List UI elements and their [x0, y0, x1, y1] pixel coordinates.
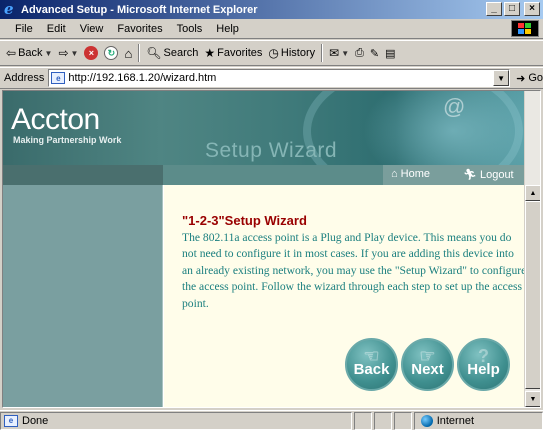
address-url: http://192.168.1.20/wizard.htm	[68, 72, 217, 84]
next-wizard-button[interactable]: ☞ Next	[401, 338, 454, 391]
go-button[interactable]: ➜ Go	[516, 72, 543, 85]
status-cell	[353, 411, 372, 430]
back-dropdown-icon[interactable]: ▼	[45, 49, 53, 58]
wizard-description: The 802.11a access point is a Plug and P…	[182, 231, 527, 310]
brand-logo: Accton	[11, 103, 100, 136]
back-arrow-icon: ⇦	[6, 46, 17, 60]
forward-dropdown-icon[interactable]: ▼	[71, 49, 79, 58]
scroll-down-icon[interactable]: ▼	[525, 391, 540, 407]
menu-file[interactable]: File	[8, 23, 40, 35]
mail-dropdown-icon[interactable]: ▼	[341, 49, 349, 58]
scroll-up-icon[interactable]: ▲	[525, 185, 540, 201]
go-label: Go	[528, 72, 543, 84]
favorites-label: Favorites	[217, 47, 263, 59]
edit-icon[interactable]: ✎	[370, 47, 379, 60]
status-main: e Done	[0, 411, 352, 430]
stop-icon[interactable]: ×	[84, 46, 99, 60]
home-building-icon: ⌂	[391, 168, 398, 180]
sidebar	[3, 185, 163, 407]
status-text: Done	[22, 414, 49, 427]
logout-label: Logout	[479, 168, 514, 181]
window-controls: _ □ ×	[486, 2, 540, 16]
vertical-scrollbar[interactable]: ▲ ▼	[524, 91, 540, 407]
search-label: Search	[163, 47, 199, 59]
logout-person-icon: 🏃︎	[463, 169, 477, 181]
brand-tagline: Making Partnership Work	[13, 135, 122, 145]
menu-view[interactable]: View	[73, 23, 111, 35]
wizard-buttons: ☜ Back ☞ Next ? Help	[345, 338, 510, 391]
history-label: History	[280, 47, 316, 59]
favorites-button[interactable]: ★ Favorites	[204, 46, 262, 60]
logout-link[interactable]: 🏃︎ Logout	[463, 168, 514, 182]
back-button[interactable]: ⇦ Back ▼	[6, 46, 52, 60]
page-done-icon: e	[4, 414, 18, 427]
favorites-icon: ★	[204, 46, 216, 60]
standard-toolbar: ⇦ Back ▼ ⇨ ▼ × ↻ ⌂ 🔍︎ Search ★ Favorites…	[0, 40, 543, 66]
browser-viewport: @ Accton Making Partnership Work Setup W…	[2, 90, 541, 408]
address-dropdown-icon[interactable]: ▼	[493, 70, 510, 86]
toolbar-separator	[138, 44, 141, 62]
status-cell	[373, 411, 392, 430]
status-cell	[393, 411, 412, 430]
nav-strip: ⌂ Home 🏃︎ Logout	[3, 165, 527, 185]
discuss-icon[interactable]: ▤	[385, 47, 395, 60]
search-button[interactable]: 🔍︎ Search	[146, 46, 198, 60]
maximize-button[interactable]: □	[504, 2, 520, 16]
forward-button[interactable]: ⇨ ▼	[58, 46, 78, 60]
content-panel: "1-2-3"Setup Wizard The 802.11a access p…	[164, 185, 527, 407]
print-icon[interactable]: ⎙	[355, 47, 364, 60]
go-arrow-icon: ➜	[516, 72, 526, 85]
back-wizard-button[interactable]: ☜ Back	[345, 338, 398, 391]
menu-tools[interactable]: Tools	[170, 23, 210, 35]
mail-icon: ✉	[329, 46, 340, 60]
ie-icon	[3, 0, 17, 18]
home-icon[interactable]: ⌂	[124, 46, 132, 61]
page-title: Setup Wizard	[205, 139, 338, 162]
page-icon: e	[51, 72, 66, 84]
search-icon: 🔍︎	[146, 46, 162, 60]
home-label: Home	[400, 168, 430, 180]
header-banner: @ Accton Making Partnership Work Setup W…	[3, 91, 527, 165]
web-page: @ Accton Making Partnership Work Setup W…	[3, 91, 527, 407]
menu-help[interactable]: Help	[209, 23, 246, 35]
globe-icon	[420, 414, 433, 427]
help-wizard-button[interactable]: ? Help	[457, 338, 510, 391]
mail-button[interactable]: ✉ ▼	[329, 46, 349, 60]
nav-strip-left	[3, 165, 163, 185]
address-label: Address	[4, 72, 45, 84]
back-label: Back	[18, 47, 43, 59]
minimize-button[interactable]: _	[486, 2, 502, 16]
toolbar-separator	[321, 44, 324, 62]
close-button[interactable]: ×	[524, 2, 540, 16]
history-icon: ◷	[268, 46, 279, 60]
hand-left-icon: ☜	[363, 346, 380, 366]
wizard-title: "1-2-3"Setup Wizard	[182, 213, 307, 228]
refresh-icon[interactable]: ↻	[104, 46, 119, 60]
address-bar: Address e http://192.168.1.20/wizard.htm…	[0, 67, 543, 89]
at-symbol-graphic: @	[443, 94, 466, 119]
menu-edit[interactable]: Edit	[40, 23, 73, 35]
windows-logo-icon	[511, 20, 539, 37]
window-titlebar: Advanced Setup - Microsoft Internet Expl…	[0, 0, 543, 19]
forward-arrow-icon: ⇨	[58, 46, 69, 60]
address-input[interactable]: e http://192.168.1.20/wizard.htm ▼	[48, 69, 511, 87]
menu-favorites[interactable]: Favorites	[110, 23, 169, 35]
hand-right-icon: ☞	[419, 346, 436, 366]
menu-bar: File Edit View Favorites Tools Help	[0, 19, 543, 39]
security-zone: Internet	[413, 411, 543, 430]
question-icon: ?	[478, 346, 489, 366]
scroll-thumb[interactable]	[525, 201, 540, 389]
history-button[interactable]: ◷ History	[268, 46, 315, 60]
zone-label: Internet	[436, 414, 475, 427]
window-title: Advanced Setup - Microsoft Internet Expl…	[21, 3, 258, 16]
status-bar: e Done Internet	[0, 410, 543, 430]
home-link[interactable]: ⌂ Home	[391, 168, 430, 180]
